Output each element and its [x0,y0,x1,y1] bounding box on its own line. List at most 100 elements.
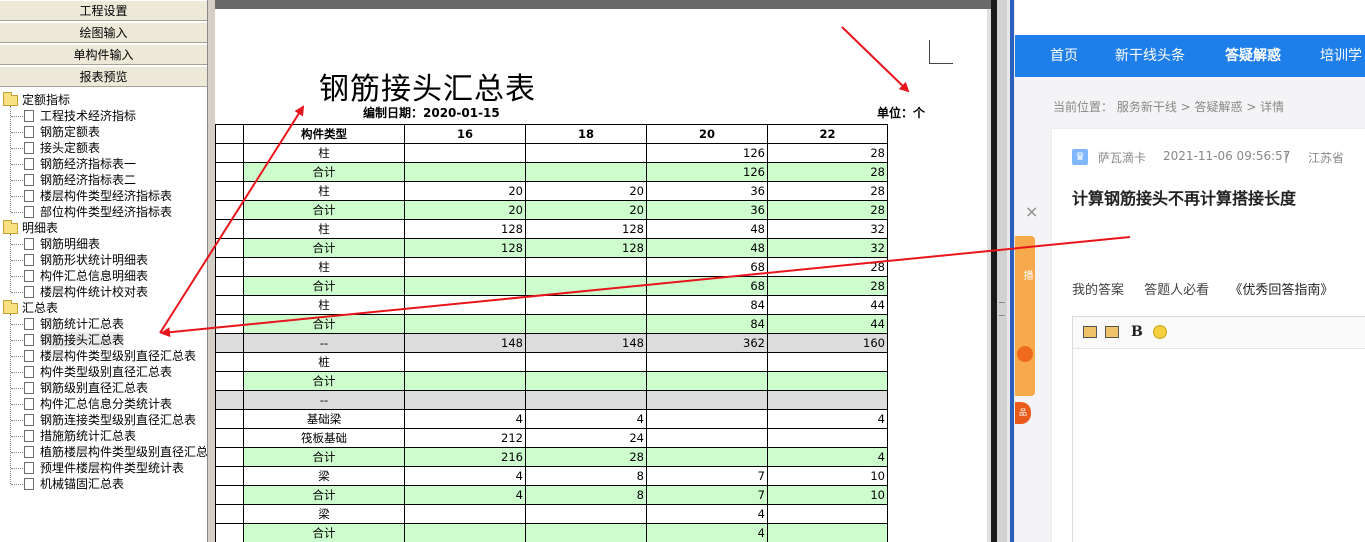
splitter-scroll-track[interactable] [997,0,1007,542]
site-nav-home[interactable]: 首页 [1050,35,1078,77]
emoji-icon[interactable] [1153,325,1167,339]
tree-item[interactable]: 机械锚固汇总表 [0,476,207,492]
row-header-cell [215,200,244,220]
tree-item[interactable]: 构件汇总信息明细表 [0,268,207,284]
document-icon [24,286,34,298]
tree-item-label: 部位构件类型经济指标表 [40,205,173,219]
document-icon [24,350,34,362]
tree-item[interactable]: 措施筋统计汇总表 [0,428,207,444]
folder-icon [3,220,18,234]
answer-editor[interactable]: B [1072,316,1365,542]
splitter-grip-icon[interactable] [999,302,1005,316]
value-cell: 126 [646,162,768,182]
site-nav-qa[interactable]: 答疑解惑 [1225,35,1281,77]
bold-button[interactable]: B [1131,324,1143,340]
tree-item[interactable]: 工程技术经济指标 [0,108,207,124]
document-icon [24,318,34,330]
floating-ad-strip[interactable] [1015,236,1035,396]
insert-picture-icon[interactable] [1105,326,1119,338]
nav-button-project-settings[interactable]: 工程设置 [0,0,207,21]
report-unit: 单位：个 [877,106,926,120]
floating-badge[interactable]: 品 [1015,402,1031,424]
table-row: -- [215,390,888,410]
document-icon [24,270,34,282]
component-type-cell: 柱 [243,219,405,239]
value-cell: 10 [767,485,888,505]
table-row: 桩 [215,352,888,372]
column-header: 22 [767,124,888,144]
row-header-cell [215,124,244,144]
value-cell [525,143,647,163]
table-row: 合计 128 128 48 32 [215,238,888,258]
value-cell: 7 [646,485,768,505]
site-nav-training[interactable]: 培训学 [1320,35,1362,77]
value-cell [646,447,768,467]
tree-item[interactable]: 楼层构件类型经济指标表 [0,188,207,204]
answer-guide-link[interactable]: 《优秀回答指南》 [1229,283,1333,298]
tree-item[interactable]: 构件汇总信息分类统计表 [0,396,207,412]
table-row: 基础梁 4 4 4 [215,409,888,429]
tree-item[interactable]: 钢筋经济指标表一 [0,156,207,172]
panel-divider[interactable] [208,0,215,542]
report-date: 编制日期：2020-01-15 [363,106,500,120]
tree-group[interactable]: 明细表 [0,220,207,236]
value-cell: 28 [767,162,888,182]
tree-item[interactable]: 钢筋统计汇总表 [0,316,207,332]
tree-item[interactable]: 钢筋明细表 [0,236,207,252]
column-header: 构件类型 [243,124,405,144]
my-answer-tab[interactable]: 我的答案 [1072,283,1124,298]
value-cell [525,504,647,524]
tree-item[interactable]: 部位构件类型经济指标表 [0,204,207,220]
nav-button-report-preview[interactable]: 报表预览 [0,66,207,87]
window-splitter[interactable] [991,0,1015,542]
row-header-cell [215,523,244,542]
breadcrumb: 当前位置： 服务新干线 > 答疑解惑 > 详情 [1053,100,1285,114]
close-icon[interactable]: × [1025,202,1038,221]
tree-connector [11,356,23,357]
table-row: 合计 4 [215,523,888,542]
site-nav-headlines[interactable]: 新干线头条 [1115,35,1185,77]
report-title: 钢筋接头汇总表 [319,72,536,107]
tree-item[interactable]: 钢筋级别直径汇总表 [0,380,207,396]
editor-toolbar: B [1073,317,1365,349]
tree-group[interactable]: 汇总表 [0,300,207,316]
value-cell [525,295,647,315]
tree-item[interactable]: 接头定额表 [0,140,207,156]
value-cell [404,162,526,182]
row-header-cell [215,238,244,258]
table-row: 梁4 [215,504,888,524]
tree-connector [11,372,23,373]
author-name[interactable]: 萨瓦滴卡 [1098,149,1146,166]
tree-item[interactable]: 预埋件楼层构件类型统计表 [0,460,207,476]
document-icon [24,398,34,410]
tree-item-label: 楼层构件统计校对表 [40,285,149,299]
tree-item[interactable]: 楼层构件类型级别直径汇总表 [0,348,207,364]
row-header-cell [215,314,244,334]
value-cell [404,504,526,524]
tree-item[interactable]: 钢筋接头汇总表 [0,332,207,348]
tree-item[interactable]: 钢筋定额表 [0,124,207,140]
tree-item-label: 预埋件楼层构件类型统计表 [40,461,185,475]
value-cell: 7 [646,466,768,486]
table-row: 合计 20 20 36 28 [215,200,888,220]
folder-icon [3,92,18,106]
insert-image-icon[interactable] [1083,326,1097,338]
tree-item-label: 楼层构件类型经济指标表 [40,189,173,203]
component-type-cell: 合计 [243,314,405,334]
tree-group[interactable]: 定额指标 [0,92,207,108]
nav-button-single-component-input[interactable]: 单构件输入 [0,44,207,65]
value-cell: 4 [646,504,768,524]
tree-item[interactable]: 钢筋连接类型级别直径汇总表 [0,412,207,428]
value-cell: 128 [525,238,647,258]
tree-item[interactable]: 钢筋形状统计明细表 [0,252,207,268]
value-cell [767,371,888,391]
tree-item[interactable]: 植筋楼层构件类型级别直径汇总 [0,444,207,460]
tree-item[interactable]: 楼层构件统计校对表 [0,284,207,300]
value-cell [646,428,768,448]
tree-item[interactable]: 钢筋经济指标表二 [0,172,207,188]
table-row: 合计 4 8 7 10 [215,485,888,505]
answerer-must-read-link[interactable]: 答题人必看 [1144,283,1209,298]
value-cell [404,276,526,296]
nav-button-drawing-input[interactable]: 绘图输入 [0,22,207,43]
tree-item[interactable]: 构件类型级别直径汇总表 [0,364,207,380]
